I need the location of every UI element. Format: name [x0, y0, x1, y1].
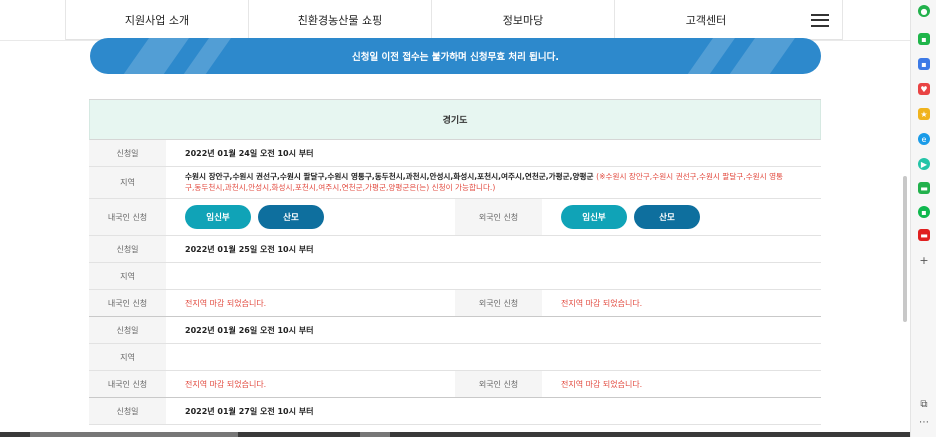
- plus-icon[interactable]: +: [917, 253, 931, 267]
- page-scrollbar[interactable]: [903, 176, 907, 322]
- label-domestic: 내국인 신청: [89, 290, 166, 316]
- label-date: 신청일: [89, 317, 166, 343]
- green-app-icon[interactable]: ▪: [918, 206, 930, 218]
- table-row: 지역: [89, 263, 821, 290]
- green-chat-icon[interactable]: ▬: [918, 182, 930, 194]
- area-list: 수원시 장안구,수원시 권선구,수원시 팔달구,수원시 영통구,동두천시,과천시…: [185, 172, 594, 181]
- external-link-icon[interactable]: ⧉: [918, 398, 930, 410]
- foreign-buttons: 임신부 산모: [542, 199, 821, 235]
- domestic-closed-text: 전지역 마감 되었습니다.: [185, 379, 267, 389]
- green-circle-icon[interactable]: ●: [918, 5, 930, 17]
- foreign-closed-text: 전지역 마감 되었습니다.: [561, 298, 643, 308]
- menu-button[interactable]: [797, 0, 843, 40]
- table-row: 내국인 신청 전지역 마감 되었습니다. 외국인 신청 전지역 마감 되었습니다…: [89, 290, 821, 317]
- table-row: 신청일 2022년 01월 24일 오전 10시 부터: [89, 140, 821, 167]
- label-area: 지역: [89, 167, 166, 198]
- domestic-buttons: 임신부 산모: [166, 199, 455, 235]
- table-row: 신청일 2022년 01월 25일 오전 10시 부터: [89, 236, 821, 263]
- region-table: 경기도 신청일 2022년 01월 24일 오전 10시 부터 지역 수원시 장…: [89, 99, 821, 425]
- bottom-taskbar-strip: [0, 432, 936, 437]
- date-value: 2022년 01월 27일 오전 10시 부터: [185, 406, 314, 416]
- table-row: 신청일 2022년 01월 27일 오전 10시 부터: [89, 398, 821, 425]
- label-date: 신청일: [89, 236, 166, 262]
- red-pocket-icon[interactable]: ♥: [918, 83, 930, 95]
- label-domestic: 내국인 신청: [89, 371, 166, 397]
- red-app-icon[interactable]: ▬: [918, 229, 930, 241]
- notice-banner-text: 신청일 이전 접수는 불가하며 신청무효 처리 됩니다.: [352, 52, 559, 63]
- browser-sidebar: ● ▪ ▪ ♥ ★ e ▶ ▬ ▪ ▬ + ⧉ ⋯: [910, 0, 936, 437]
- hamburger-icon: [810, 13, 829, 27]
- foreign-mother-button[interactable]: 산모: [634, 205, 700, 229]
- top-navigation: 지원사업 소개 친환경농산물 쇼핑 정보마당 고객센터: [65, 0, 843, 40]
- label-foreign: 외국인 신청: [455, 199, 542, 235]
- table-row: 내국인 신청 임신부 산모 외국인 신청 임신부 산모: [89, 199, 821, 236]
- foreign-closed-text: 전지역 마감 되었습니다.: [561, 379, 643, 389]
- domestic-mother-button[interactable]: 산모: [258, 205, 324, 229]
- label-foreign: 외국인 신청: [455, 290, 542, 316]
- area-value: 수원시 장안구,수원시 권선구,수원시 팔달구,수원시 영통구,동두천시,과천시…: [166, 167, 821, 198]
- notice-banner: 신청일 이전 접수는 불가하며 신청무효 처리 됩니다.: [90, 38, 821, 74]
- domestic-closed-text: 전지역 마감 되었습니다.: [185, 298, 267, 308]
- edge-icon[interactable]: e: [918, 133, 930, 145]
- nav-item-info[interactable]: 정보마당: [431, 0, 614, 40]
- blue-app-icon[interactable]: ▪: [918, 58, 930, 70]
- label-domestic: 내국인 신청: [89, 199, 166, 235]
- area-value: [166, 344, 821, 370]
- region-title: 경기도: [89, 100, 821, 140]
- domestic-pregnant-button[interactable]: 임신부: [185, 205, 251, 229]
- label-area: 지역: [89, 344, 166, 370]
- label-area: 지역: [89, 263, 166, 289]
- date-value: 2022년 01월 25일 오전 10시 부터: [185, 244, 314, 254]
- table-row: 신청일 2022년 01월 26일 오전 10시 부터: [89, 317, 821, 344]
- label-date: 신청일: [89, 140, 166, 166]
- browser-viewport: 지원사업 소개 친환경농산물 쇼핑 정보마당 고객센터 신청일 이전 접수는 불…: [0, 0, 910, 437]
- nav-item-customer-center[interactable]: 고객센터: [614, 0, 797, 40]
- teal-play-icon[interactable]: ▶: [918, 158, 930, 170]
- nav-item-eco-shopping[interactable]: 친환경농산물 쇼핑: [248, 0, 431, 40]
- area-value: [166, 263, 821, 289]
- nav-item-support-intro[interactable]: 지원사업 소개: [65, 0, 248, 40]
- table-row: 지역 수원시 장안구,수원시 권선구,수원시 팔달구,수원시 영통구,동두천시,…: [89, 167, 821, 199]
- green-square-icon[interactable]: ▪: [918, 33, 930, 45]
- date-value: 2022년 01월 24일 오전 10시 부터: [185, 148, 314, 158]
- table-row: 내국인 신청 전지역 마감 되었습니다. 외국인 신청 전지역 마감 되었습니다…: [89, 371, 821, 398]
- date-value: 2022년 01월 26일 오전 10시 부터: [185, 325, 314, 335]
- table-row: 지역: [89, 344, 821, 371]
- label-date: 신청일: [89, 398, 166, 424]
- foreign-pregnant-button[interactable]: 임신부: [561, 205, 627, 229]
- more-icon[interactable]: ⋯: [918, 416, 930, 428]
- yellow-star-icon[interactable]: ★: [918, 108, 930, 120]
- label-foreign: 외국인 신청: [455, 371, 542, 397]
